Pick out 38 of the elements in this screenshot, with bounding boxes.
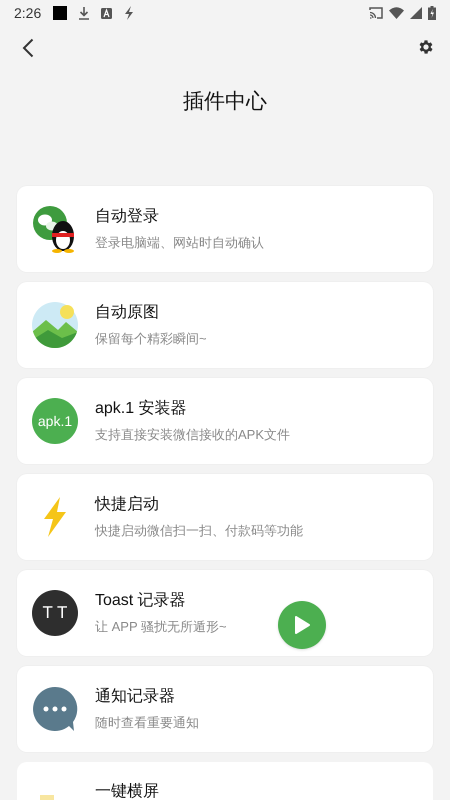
signal-icon <box>410 7 422 19</box>
cast-icon <box>369 7 383 19</box>
plugin-card[interactable]: 自动原图 保留每个精彩瞬间~ <box>17 282 433 368</box>
plugin-description: 登录电脑端、网站时自动确认 <box>95 235 264 250</box>
landscape-icon <box>32 302 78 348</box>
play-icon <box>293 615 311 635</box>
chat-bubble-icon <box>32 686 78 732</box>
plugin-title: Toast 记录器 <box>95 592 187 610</box>
plugin-card[interactable]: T T Toast 记录器 让 APP 骚扰无所遁形~ <box>17 570 433 656</box>
plugin-description: 快捷启动微信扫一扫、付款码等功能 <box>95 523 303 538</box>
settings-icon <box>417 38 435 56</box>
plugin-description: 随时查看重要通知 <box>95 715 199 730</box>
icon-badge: apk.1 <box>32 398 78 444</box>
plugin-title: apk.1 安装器 <box>95 400 188 418</box>
plugin-card[interactable]: apk.1 apk.1 安装器 支持直接安装微信接收的APK文件 <box>17 378 433 464</box>
plugin-title: 自动登录 <box>95 208 160 226</box>
plugin-card[interactable]: 通知记录器 随时查看重要通知 <box>17 666 433 752</box>
download-icon <box>79 6 90 20</box>
plugin-description: 支持直接安装微信接收的APK文件 <box>95 427 290 442</box>
plugin-title: 快捷启动 <box>95 496 160 514</box>
icon-badge: T T <box>32 590 78 636</box>
plugin-card[interactable]: 自动登录 登录电脑端、网站时自动确认 <box>17 186 433 272</box>
plugin-title: 自动原图 <box>95 304 160 322</box>
app-notification-icon <box>101 8 112 18</box>
plugin-title: 通知记录器 <box>95 688 176 706</box>
bolt-status-icon <box>124 6 134 20</box>
plugin-card[interactable]: 快捷启动 快捷启动微信扫一扫、付款码等功能 <box>17 474 433 560</box>
plugin-description: 保留每个精彩瞬间~ <box>95 331 207 346</box>
page-title: 插件中心 <box>183 90 267 113</box>
status-time: 2:26 <box>14 4 42 22</box>
play-button[interactable] <box>278 601 326 649</box>
plugin-title: 一键横屏 <box>95 783 159 800</box>
plugin-description: 让 APP 骚扰无所遁形~ <box>95 619 227 634</box>
plugin-card[interactable]: 一键横屏 <box>17 762 433 800</box>
wifi-icon <box>389 7 404 19</box>
lightning-icon <box>41 497 69 537</box>
notification-square-icon <box>53 6 68 20</box>
battery-charging-icon <box>428 6 436 20</box>
